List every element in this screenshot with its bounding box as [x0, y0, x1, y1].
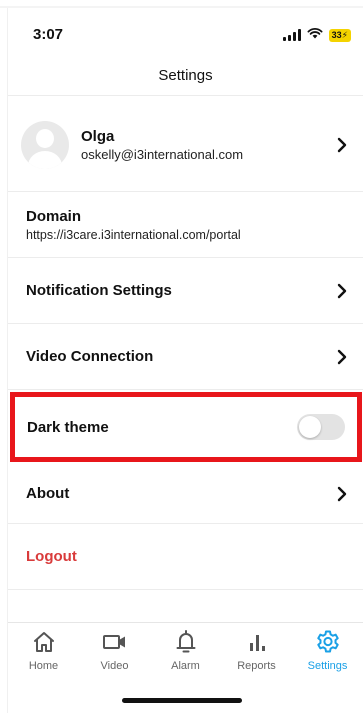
about-row[interactable]: About — [8, 464, 363, 524]
status-time: 3:07 — [33, 26, 64, 43]
bar-chart-icon — [244, 629, 270, 655]
video-connection-label: Video Connection — [26, 348, 154, 365]
profile-email: oskelly@i3international.com — [81, 146, 244, 162]
logout-button[interactable]: Logout — [26, 548, 77, 565]
profile-info: Olga oskelly@i3international.com — [81, 128, 243, 162]
tab-video-label: Video — [100, 660, 129, 672]
wifi-icon — [307, 26, 323, 44]
domain-row: Domain https://i3care.i3international.co… — [8, 192, 363, 258]
page-header: Settings — [8, 56, 363, 96]
bell-icon — [173, 629, 199, 655]
toggle-knob — [299, 416, 321, 438]
chevron-right-icon — [333, 282, 351, 300]
dark-theme-row: Dark theme — [10, 392, 362, 462]
chevron-right-icon — [333, 348, 351, 366]
chevron-right-icon — [333, 485, 351, 503]
profile-row[interactable]: Olga oskelly@i3international.com — [8, 98, 363, 192]
notification-settings-label: Notification Settings — [26, 282, 172, 299]
page-title: Settings — [158, 67, 213, 84]
tab-settings[interactable]: Settings — [292, 623, 363, 682]
status-bar: 3:07 33⚡ — [0, 16, 363, 52]
tab-home-label: Home — [28, 660, 59, 672]
tab-alarm-label: Alarm — [171, 660, 200, 672]
settings-screen: 3:07 33⚡ Settings Olga oskelly@i3interna… — [0, 0, 363, 713]
notification-settings-row[interactable]: Notification Settings — [8, 258, 363, 324]
domain-url: https://i3care.i3international.com/porta… — [26, 227, 241, 242]
gear-icon — [315, 629, 341, 655]
domain-title: Domain — [26, 207, 82, 225]
dark-theme-label: Dark theme — [27, 418, 109, 436]
tab-home[interactable]: Home — [8, 623, 79, 682]
home-indicator[interactable] — [122, 698, 242, 703]
status-icons: 33⚡ — [282, 26, 351, 44]
frame-top-line — [0, 6, 363, 8]
cellular-signal-icon — [282, 29, 301, 41]
tab-settings-label: Settings — [307, 660, 348, 672]
tab-video[interactable]: Video — [79, 623, 150, 682]
video-connection-row[interactable]: Video Connection — [8, 324, 363, 390]
tab-alarm[interactable]: Alarm — [150, 623, 221, 682]
logout-row[interactable]: Logout — [8, 524, 363, 590]
about-label: About — [26, 485, 70, 502]
battery-indicator: 33⚡ — [328, 28, 351, 42]
dark-theme-toggle[interactable] — [297, 414, 345, 440]
home-icon — [31, 629, 57, 655]
video-camera-icon — [102, 629, 128, 655]
avatar — [21, 120, 69, 169]
tab-reports[interactable]: Reports — [221, 623, 292, 682]
profile-name: Olga — [81, 127, 115, 145]
bottom-tab-bar: Home Video Alarm Reports Settings — [8, 622, 363, 682]
chevron-right-icon — [333, 136, 351, 154]
tab-reports-label: Reports — [237, 660, 276, 672]
